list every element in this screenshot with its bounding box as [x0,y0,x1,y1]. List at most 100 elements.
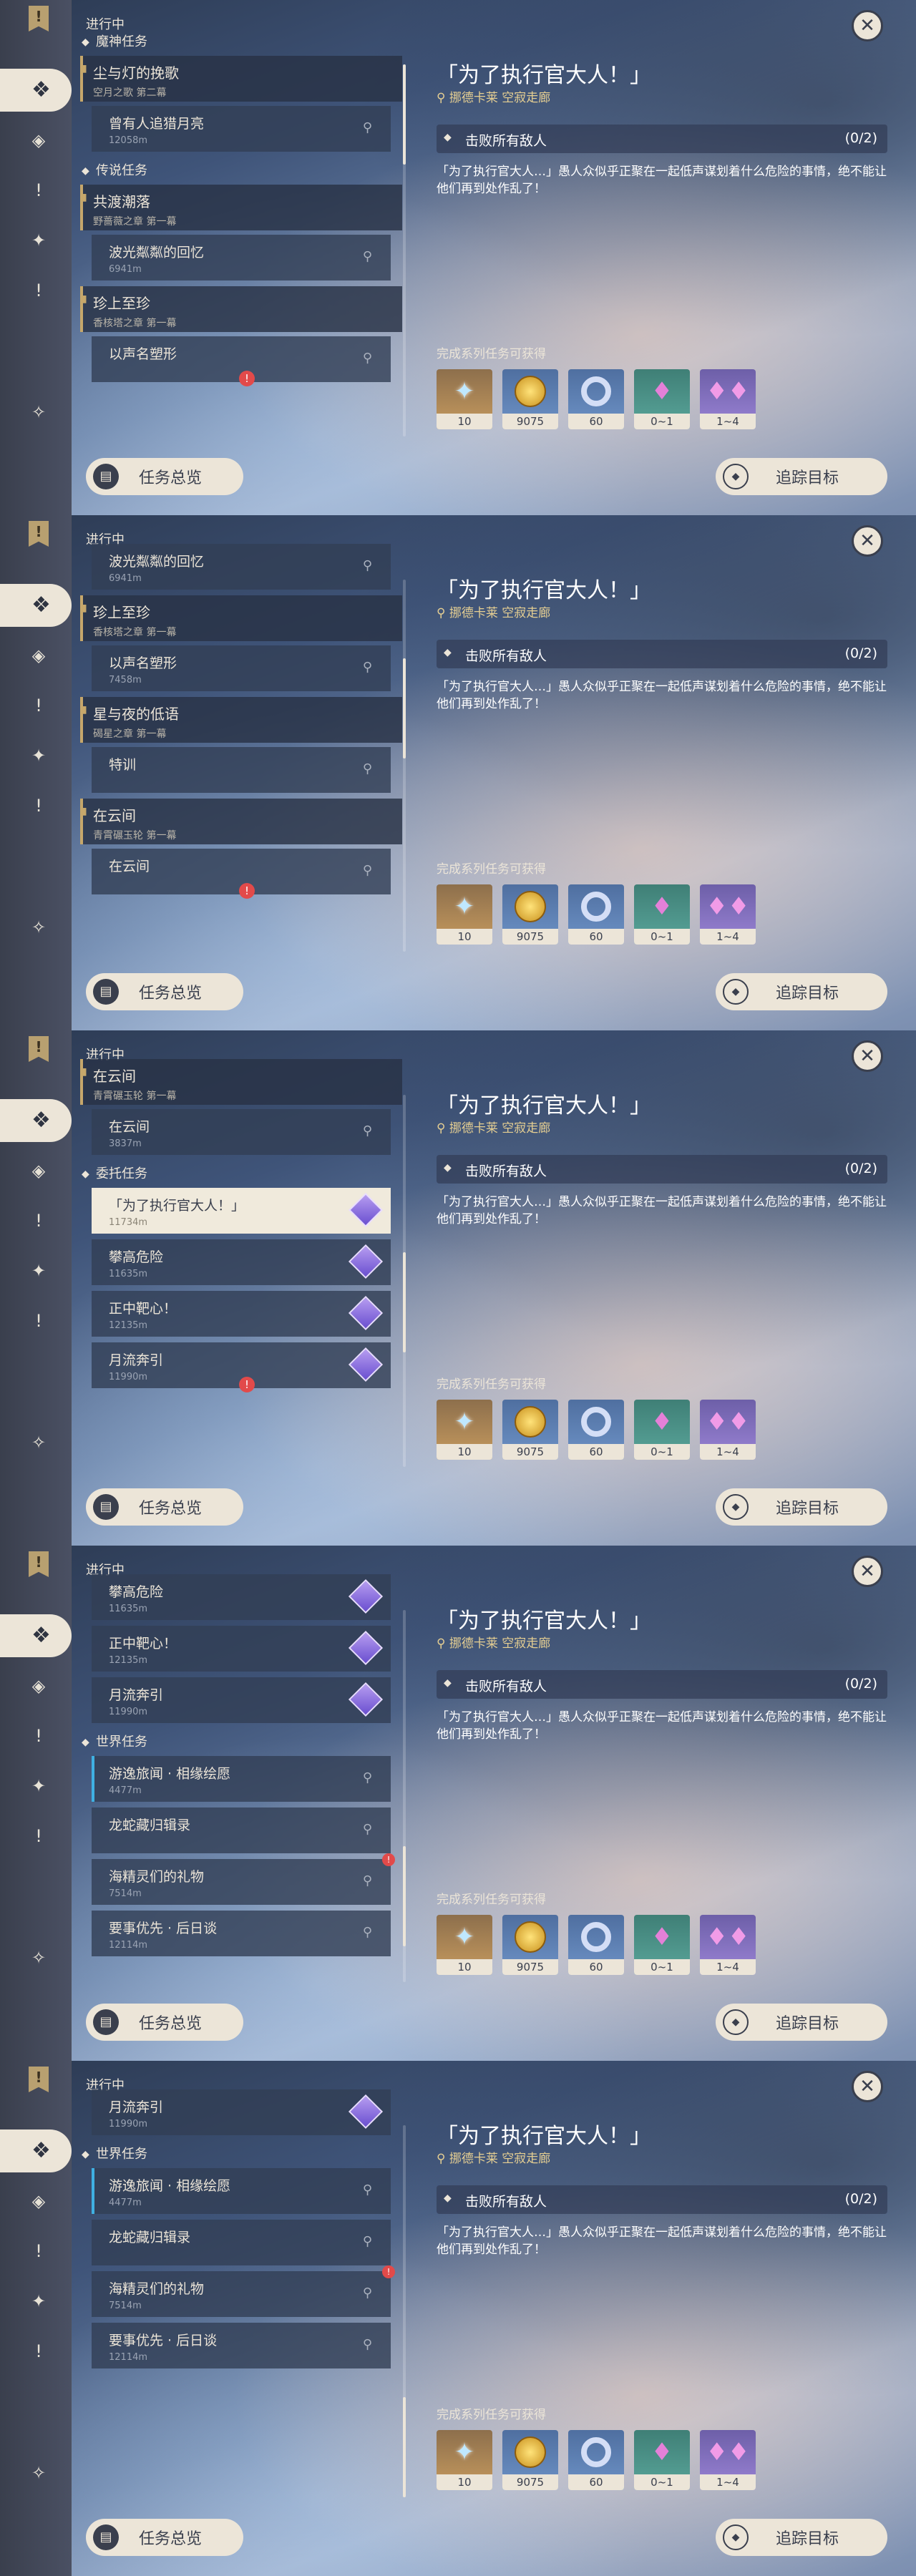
quest-list-item[interactable]: 海精灵们的礼物 7514m ⚲! [92,1853,395,1905]
quest-list[interactable]: 攀高危险 11635m 正中靶心！ 12135m 月流奔引 11990m 世界任务游逸旅闻 … [80,1574,402,1996]
quest-list-item[interactable]: 以声名塑形 ⚲! [92,336,391,386]
location-pin-icon[interactable]: ⚲ [363,863,372,878]
story-quest-icon[interactable]: ! [27,1209,50,1232]
quest-list-item[interactable]: 正中靶心！ 12135m [92,1291,391,1337]
reward-mora[interactable]: 9075 [502,1400,558,1460]
quest-list-item[interactable]: 波光粼粼的回忆 6941m ⚲ [92,544,391,590]
quest-list-item[interactable]: 在云间 3837m ⚲ [92,1109,391,1155]
quest-list-item[interactable]: 海精灵们的礼物 7514m ⚲! [92,2265,395,2317]
quest-list-item[interactable]: 特训 ⚲ [92,747,391,793]
location-pin-icon[interactable]: ⚲ [363,660,372,675]
quest-list[interactable]: 月流奔引11990m世界任务游逸旅闻 · 相缘绘愿4477m⚲龙蛇藏归辑录⚲海精… [80,2089,402,2512]
quest-book-icon[interactable]: ! [29,6,49,31]
list-scrollbar[interactable] [403,1610,406,1982]
chapter-header[interactable]: ▮ 尘与灯的挽歌 空月之歌 第二幕 [80,56,402,102]
quest-list-item[interactable]: 攀高危险 11635m [92,1239,391,1285]
reward-primogem[interactable]: 60 [568,1915,624,1975]
reward-adventure-exp[interactable]: ✦ 10 [437,1915,492,1975]
world-quest-icon[interactable]: ! [27,1825,50,1848]
world-quest-icon[interactable]: ! [27,1309,50,1332]
reward-crystal-b[interactable]: ♦♦ 1~4 [700,884,756,945]
quest-list-item[interactable]: 要事优先 · 后日谈 12114m ⚲ [92,2323,391,2368]
quest-list-item[interactable]: 要事优先 · 后日谈 12114m ⚲ [92,1911,391,1956]
quest-list-item[interactable]: 月流奔引 11990m! [92,1342,391,1392]
location-pin-icon[interactable]: ⚲ [363,2234,372,2249]
quest-list-item[interactable]: 月流奔引 11990m [92,1677,391,1723]
location-pin-icon[interactable]: ⚲ [363,351,372,366]
archon-quest-icon[interactable]: ◈ [27,129,50,152]
track-target-button[interactable]: ◆ 追踪目标 [716,1488,887,1526]
archon-quest-icon[interactable]: ◈ [27,2190,50,2212]
close-icon[interactable]: ✕ [852,525,883,557]
sidebar-item-all-quests[interactable]: ❖ [0,584,72,627]
reward-crystal-b[interactable]: ♦♦ 1~4 [700,1400,756,1460]
chapter-header[interactable]: ▮ 珍上至珍 香核塔之章 第一幕 [80,286,402,332]
quest-book-icon[interactable]: ! [29,1551,49,1577]
reward-primogem[interactable]: 60 [568,2430,624,2490]
quest-list-item[interactable]: 波光粼粼的回忆 6941m ⚲ [92,235,391,280]
scrollbar-thumb[interactable] [403,64,406,165]
scrollbar-thumb[interactable] [403,1846,406,1946]
quest-list[interactable]: 魔神任务 ▮ 尘与灯的挽歌空月之歌 第二幕曾有人追猎月亮 12058m ⚲ 传说任务 ▮ 共渡… [80,29,402,451]
quest-book-icon[interactable]: ! [29,2067,49,2092]
reward-adventure-exp[interactable]: ✦ 10 [437,884,492,945]
track-target-button[interactable]: ◆ 追踪目标 [716,2004,887,2041]
quest-overview-button[interactable]: ▤ 任务总览 [86,2519,243,2556]
location-pin-icon[interactable]: ⚲ [363,2337,372,2352]
quest-list-item[interactable]: 龙蛇藏归辑录 ⚲ [92,2220,391,2265]
sidebar-item-all-quests[interactable]: ❖ [0,1099,72,1142]
track-target-button[interactable]: ◆ 追踪目标 [716,973,887,1010]
sidebar-item-all-quests[interactable]: ❖ [0,1614,72,1657]
reward-mora[interactable]: 9075 [502,884,558,945]
chapter-header[interactable]: ▮ 在云间 青霄碾玉轮 第一幕 [80,799,402,844]
sidebar-item-all-quests[interactable]: ❖ [0,69,72,112]
quest-list-item[interactable]: 攀高危险 11635m [92,1574,391,1620]
story-quest-icon[interactable]: ! [27,2240,50,2263]
reward-crystal-b[interactable]: ♦♦ 1~4 [700,1915,756,1975]
scrollbar-thumb[interactable] [403,1252,406,1352]
commission-icon[interactable]: ✦ [27,744,50,767]
location-pin-icon[interactable]: ⚲ [363,558,372,573]
location-pin-icon[interactable]: ⚲ [363,120,372,135]
sidebar-item-all-quests[interactable]: ❖ [0,2129,72,2172]
list-scrollbar[interactable] [403,580,406,952]
archon-quest-icon[interactable]: ◈ [27,644,50,667]
reward-crystal-a[interactable]: ♦ 0~1 [634,884,690,945]
misc-quest-icon[interactable]: ✧ [27,1431,50,1454]
close-icon[interactable]: ✕ [852,2071,883,2102]
reward-adventure-exp[interactable]: ✦ 10 [437,369,492,429]
quest-list[interactable]: 波光粼粼的回忆 6941m ⚲ ▮ 珍上至珍 香核塔之章 第一幕 以声名塑形 7458m ⚲ ▮ 星… [80,544,402,966]
world-quest-icon[interactable]: ! [27,2340,50,2363]
chapter-header[interactable]: ▮ 珍上至珍 香核塔之章 第一幕 [80,595,402,641]
quest-book-icon[interactable]: ! [29,1036,49,1062]
quest-list-item[interactable]: 曾有人追猎月亮 12058m ⚲ [92,106,391,152]
commission-icon[interactable]: ✦ [27,2290,50,2313]
track-target-button[interactable]: ◆ 追踪目标 [716,2519,887,2556]
quest-book-icon[interactable]: ! [29,521,49,547]
archon-quest-icon[interactable]: ◈ [27,1674,50,1697]
location-pin-icon[interactable]: ⚲ [363,2182,372,2197]
quest-overview-button[interactable]: ▤ 任务总览 [86,1488,243,1526]
story-quest-icon[interactable]: ! [27,1724,50,1747]
location-pin-icon[interactable]: ⚲ [363,2285,372,2301]
reward-mora[interactable]: 9075 [502,1915,558,1975]
location-pin-icon[interactable]: ⚲ [363,1873,372,1888]
location-pin-icon[interactable]: ⚲ [363,1123,372,1138]
reward-mora[interactable]: 9075 [502,369,558,429]
story-quest-icon[interactable]: ! [27,179,50,202]
reward-crystal-b[interactable]: ♦♦ 1~4 [700,2430,756,2490]
reward-adventure-exp[interactable]: ✦ 10 [437,1400,492,1460]
quest-list-item[interactable]: 正中靶心！ 12135m [92,1626,391,1672]
reward-primogem[interactable]: 60 [568,1400,624,1460]
quest-list-item[interactable]: 游逸旅闻 · 相缘绘愿 4477m ⚲ [92,2168,391,2214]
reward-crystal-a[interactable]: ♦ 0~1 [634,369,690,429]
quest-list-item[interactable]: 游逸旅闻 · 相缘绘愿 4477m ⚲ [92,1756,391,1802]
reward-crystal-b[interactable]: ♦♦ 1~4 [700,369,756,429]
commission-icon[interactable]: ✦ [27,229,50,252]
quest-list-item[interactable]: 以声名塑形 7458m ⚲ [92,645,391,691]
list-scrollbar[interactable] [403,1095,406,1467]
reward-crystal-a[interactable]: ♦ 0~1 [634,1915,690,1975]
location-pin-icon[interactable]: ⚲ [363,1770,372,1785]
close-icon[interactable]: ✕ [852,1040,883,1072]
location-pin-icon[interactable]: ⚲ [363,761,372,776]
